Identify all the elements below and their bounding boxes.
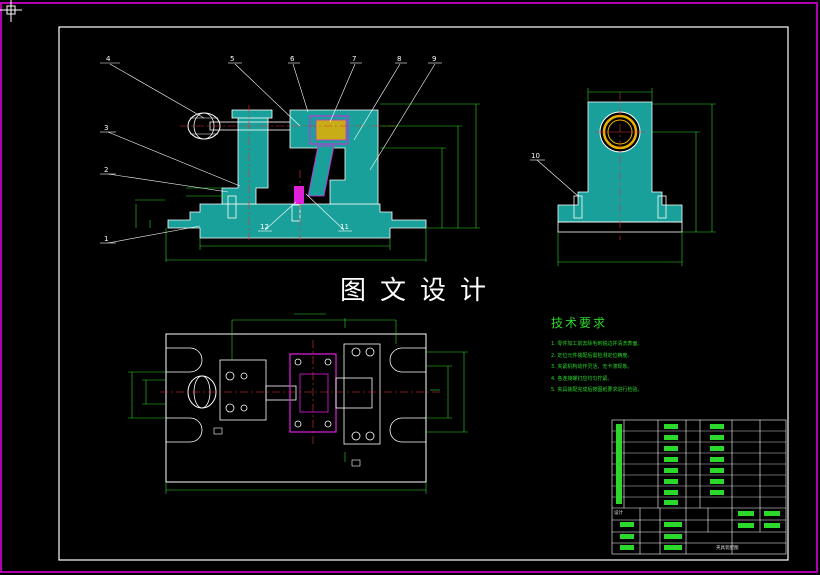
technical-requirements-title: 技术要求 bbox=[551, 316, 608, 330]
requirement-item: 2. 定位元件装配后需检测定位精度。 bbox=[551, 352, 633, 359]
callout-9: 9 bbox=[432, 55, 436, 63]
requirement-item: 5. 夹具装配完成后按图纸要求进行检验。 bbox=[551, 387, 643, 393]
callout-11: 11 bbox=[340, 223, 349, 231]
callout-3: 3 bbox=[104, 124, 108, 132]
callout-4: 4 bbox=[106, 55, 111, 63]
technical-requirements-list: 1. 零件加工前去除毛刺锐边并清洗表面。 2. 定位元件装配后需检测定位精度。 … bbox=[551, 339, 642, 397]
callout-2: 2 bbox=[104, 166, 108, 174]
top-view bbox=[128, 313, 468, 494]
watermark-text: 图文设计 bbox=[339, 276, 500, 306]
callout-7: 7 bbox=[352, 55, 356, 63]
callout-5: 5 bbox=[230, 55, 234, 63]
title-block-row-label: 设计 bbox=[614, 511, 623, 516]
front-view bbox=[135, 103, 480, 262]
side-view bbox=[557, 88, 716, 266]
title-block-entries bbox=[616, 424, 780, 550]
callout-6: 6 bbox=[290, 55, 295, 63]
requirement-item: 3. 夹紧机构动作灵活，无卡滞现象。 bbox=[551, 364, 633, 370]
drawing-title: 夹具装配图 bbox=[716, 546, 739, 551]
callout-12: 12 bbox=[260, 223, 269, 231]
title-block bbox=[611, 419, 787, 555]
callout-10: 10 bbox=[531, 152, 540, 160]
callout-1: 1 bbox=[104, 235, 108, 243]
callout-8: 8 bbox=[397, 55, 401, 63]
requirement-item: 4. 各连接螺钉应均匀拧紧。 bbox=[551, 375, 613, 382]
requirement-item: 1. 零件加工前去除毛刺锐边并清洗表面。 bbox=[551, 341, 643, 347]
